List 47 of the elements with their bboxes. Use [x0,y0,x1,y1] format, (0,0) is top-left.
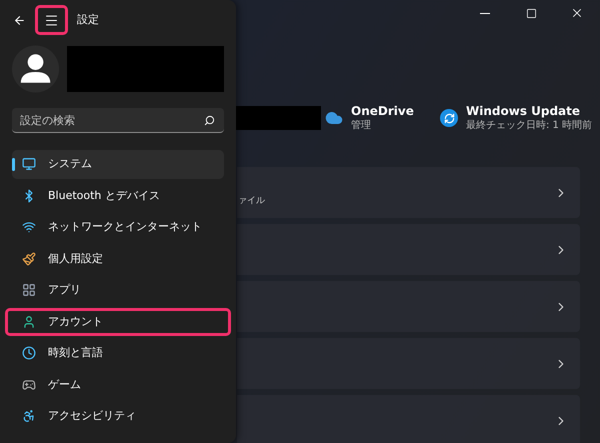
settings-card[interactable] [237,281,580,332]
settings-card[interactable] [237,224,580,275]
search-icon [204,115,215,126]
nav-item-label: 時刻と言語 [48,345,103,361]
minimize-icon [480,12,490,14]
nav-item-label: Bluetooth とデバイス [48,188,160,204]
nav-item[interactable]: ネットワークとインターネット [12,213,224,242]
nav-item[interactable]: アプリ [12,276,224,304]
monitor-icon [22,157,36,172]
gamepad-icon [22,378,36,392]
tile-subtitle: 最終チェック日時: 1 時間前 [466,119,592,133]
window-title: 設定 [77,12,99,28]
nav-item[interactable]: ゲーム [12,370,224,399]
settings-card[interactable]: ァイル [237,167,580,218]
nav-item[interactable]: 個人用設定 [12,244,224,273]
nav-item[interactable]: 時刻と言語 [12,339,224,368]
tile-subtitle: 管理 [351,119,372,133]
nav-item-label: 個人用設定 [48,250,103,266]
tile-title[interactable]: Windows Update [466,103,592,119]
nav-item-label: ネットワークとインターネット [48,219,202,235]
tile-title[interactable]: OneDrive [351,103,414,119]
person-icon [22,314,36,329]
nav-item-label: アプリ [48,282,81,298]
nav-item[interactable]: システム [12,150,224,178]
nav-item[interactable]: Bluetooth とデバイス [12,182,224,210]
close-icon [570,6,584,20]
settings-card[interactable] [237,338,580,389]
nav-item-label: システム [48,156,92,172]
app-grid-icon [22,283,36,298]
back-arrow-icon [13,14,26,26]
maximize-icon [526,8,536,18]
nav-item[interactable]: アカウント [5,308,231,336]
cloud-icon [325,109,343,127]
search-field[interactable]: 設定の検索 [12,108,224,133]
menu-button[interactable] [35,5,68,35]
paintbrush-icon [22,252,36,266]
accessibility-icon [22,409,36,424]
settings-card[interactable] [237,395,580,443]
nav-item[interactable]: アクセシビリティ [12,402,224,430]
nav-item-label: アカウント [48,314,103,330]
sync-icon [440,109,458,127]
nav-item-label: アクセシビリティ [48,408,136,424]
avatar-icon [12,45,60,93]
card-subtitle: ァイル [238,194,265,208]
nav-item-label: ゲーム [48,376,81,392]
menu-icon [44,12,59,28]
wifi-icon [22,220,36,234]
